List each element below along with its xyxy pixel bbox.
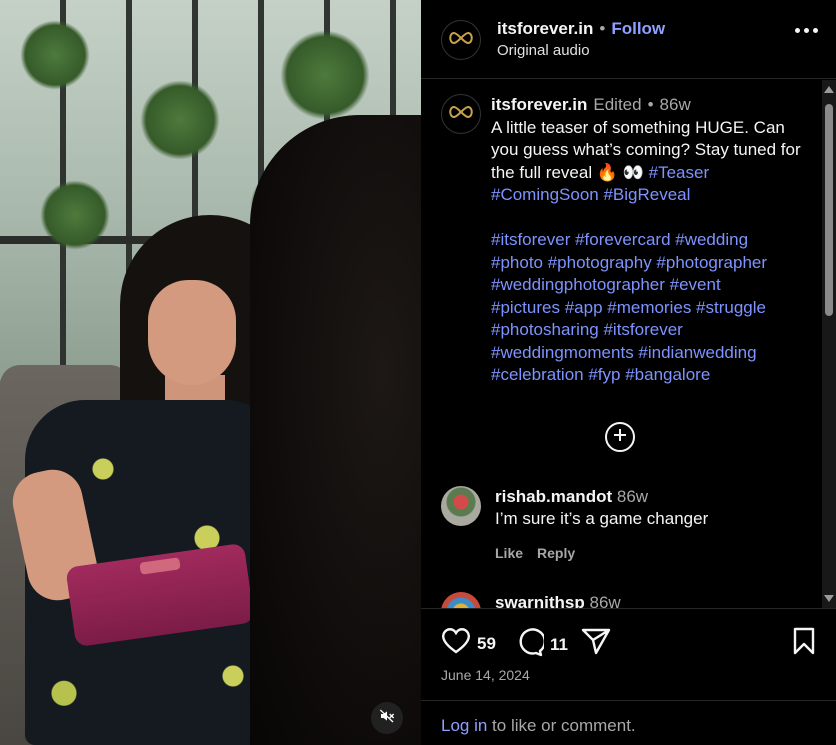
- load-more-comments-button[interactable]: [605, 422, 635, 452]
- paper-plane-icon: [581, 627, 611, 660]
- plant-decoration: [140, 80, 220, 160]
- more-options-button[interactable]: [795, 28, 818, 33]
- scroll-thumb[interactable]: [825, 104, 833, 316]
- plant-decoration: [20, 20, 90, 90]
- comment-item: swarnithsp 86w: [441, 592, 801, 608]
- like-count[interactable]: 59: [477, 634, 496, 654]
- more-horizontal-icon: [795, 28, 800, 33]
- comment-username[interactable]: rishab.mandot: [495, 487, 612, 506]
- comments-scrollbar[interactable]: [822, 80, 836, 608]
- post-media[interactable]: [0, 0, 421, 745]
- separator-dot: •: [599, 19, 606, 38]
- post-caption: itsforever.in Edited • 86w A little teas…: [441, 94, 801, 387]
- scroll-down-arrow-icon[interactable]: [824, 595, 834, 602]
- hashtag-line[interactable]: #photo #photography #photographer: [491, 252, 801, 275]
- avatar[interactable]: [441, 20, 481, 60]
- avatar[interactable]: [441, 94, 481, 134]
- avatar[interactable]: [441, 592, 481, 608]
- comment-actions: Like Reply: [495, 542, 708, 564]
- login-link[interactable]: Log in: [441, 716, 487, 735]
- hashtag-line[interactable]: #pictures #app #memories #struggle: [491, 297, 801, 320]
- comment-username[interactable]: swarnithsp: [495, 593, 585, 608]
- comment-bubble-icon: [514, 627, 546, 662]
- hashtag-line[interactable]: #photosharing #itsforever: [491, 319, 801, 342]
- comment-age: 86w: [616, 487, 649, 506]
- post-date[interactable]: June 14, 2024: [441, 667, 530, 683]
- post-side-panel: itsforever.in • Follow Original audio it…: [421, 0, 836, 745]
- heart-icon: [441, 627, 471, 660]
- person-face: [148, 280, 236, 385]
- comment-body: rishab.mandot 86w I’m sure it’s a game c…: [495, 486, 708, 564]
- login-prompt: Log in to like or comment.: [421, 700, 836, 745]
- plus-circle-icon: [612, 427, 628, 448]
- header-username[interactable]: itsforever.in: [497, 19, 593, 39]
- caption-text-block: A little teaser of something HUGE. Can y…: [491, 117, 801, 185]
- login-prompt-text: to like or comment.: [487, 716, 636, 735]
- infinity-logo-icon: [446, 30, 476, 51]
- share-button[interactable]: [581, 627, 611, 660]
- follow-button[interactable]: Follow: [611, 19, 665, 39]
- infinity-logo-icon: [446, 104, 476, 125]
- caption-username[interactable]: itsforever.in: [491, 94, 587, 117]
- comment-count: 11: [550, 634, 568, 654]
- comment-text: I’m sure it’s a game changer: [495, 509, 709, 528]
- comments-scroll-area[interactable]: itsforever.in Edited • 86w A little teas…: [421, 80, 836, 608]
- hashtag-line[interactable]: #ComingSoon #BigReveal: [491, 184, 801, 207]
- more-horizontal-icon: [804, 28, 809, 33]
- comment-body: swarnithsp 86w: [495, 592, 621, 608]
- avatar[interactable]: [441, 486, 481, 526]
- separator-dot: •: [647, 95, 654, 114]
- edited-label: Edited: [593, 95, 642, 114]
- caption-body: itsforever.in Edited • 86w A little teas…: [491, 94, 801, 387]
- like-button[interactable]: 59: [441, 627, 496, 660]
- plant-decoration: [40, 180, 110, 250]
- mute-button[interactable]: [371, 702, 403, 734]
- plant-decoration: [280, 30, 370, 120]
- like-comment-button[interactable]: Like: [495, 542, 523, 564]
- hashtag-line[interactable]: #celebration #fyp #bangalore: [491, 364, 801, 387]
- comment-item: rishab.mandot 86w I’m sure it’s a game c…: [441, 486, 801, 564]
- speaker-muted-icon: [379, 708, 395, 729]
- hashtag-link[interactable]: #Teaser: [649, 163, 709, 182]
- audio-label[interactable]: Original audio: [497, 42, 665, 59]
- foreground-silhouette: [250, 115, 421, 745]
- hashtag-line[interactable]: #itsforever #forevercard #wedding: [491, 229, 801, 252]
- comment-button[interactable]: 11: [514, 627, 568, 662]
- hashtag-line[interactable]: #weddingmoments #indianwedding: [491, 342, 801, 365]
- reply-button[interactable]: Reply: [537, 542, 575, 564]
- scroll-up-arrow-icon[interactable]: [824, 86, 834, 93]
- hashtag-line[interactable]: #weddingphotographer #event: [491, 274, 801, 297]
- more-horizontal-icon: [813, 28, 818, 33]
- header-text: itsforever.in • Follow Original audio: [497, 19, 665, 59]
- post-header: itsforever.in • Follow Original audio: [421, 0, 836, 79]
- bookmark-icon: [791, 627, 817, 660]
- caption-age[interactable]: 86w: [660, 94, 691, 117]
- header-line: itsforever.in • Follow: [497, 19, 665, 39]
- comment-age: 86w: [589, 593, 621, 608]
- save-button[interactable]: [791, 627, 817, 660]
- caption-head: itsforever.in Edited • 86w: [491, 94, 801, 117]
